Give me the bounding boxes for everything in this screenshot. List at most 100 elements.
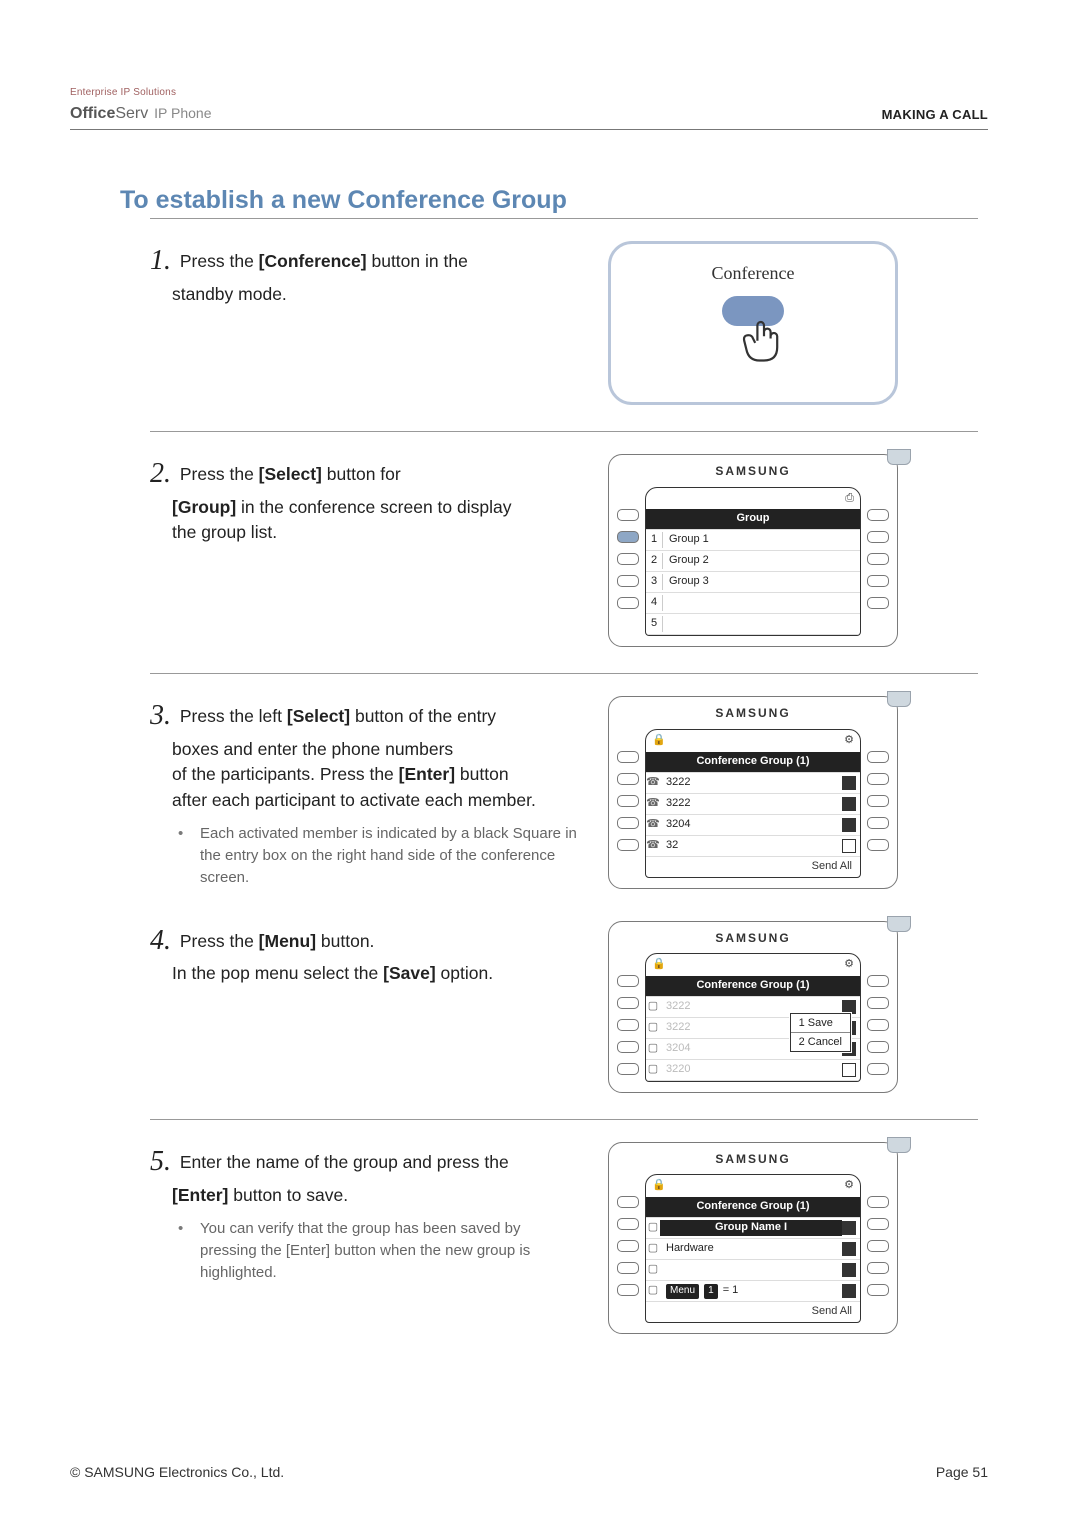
screenshot-group-list: SAMSUNG ⎙ Group 1Group 12Group 23Group 3… — [608, 454, 898, 647]
list-row-text: Group 2 — [663, 553, 860, 569]
phone-icon: ☎ — [646, 796, 660, 812]
softkey-active — [617, 531, 639, 543]
step-5-text: 5. Enter the name of the group and press… — [150, 1142, 580, 1283]
phone-brand: SAMSUNG — [617, 705, 889, 722]
bullet-dot-icon: • — [178, 1218, 200, 1283]
entry-row: ☎3222 — [646, 773, 860, 794]
send-all-label: Send All — [646, 1302, 860, 1322]
list-row: 2Group 2 — [646, 551, 860, 572]
phone-frame: SAMSUNG 🔒⚙ Conference Group (1) ▢Group N… — [608, 1142, 898, 1334]
phone-frame: SAMSUNG ⎙ Group 1Group 12Group 23Group 3… — [608, 454, 898, 647]
lock-icon: 🔒 — [652, 1178, 666, 1194]
phone-icon: ▢ — [646, 1041, 660, 1057]
screenshot-save-menu: SAMSUNG 🔒⚙ Conference Group (1) ▢3222▢32… — [608, 921, 898, 1093]
list-row: 5 — [646, 614, 860, 635]
step-3-note: • Each activated member is indicated by … — [178, 823, 580, 888]
softkey — [617, 553, 639, 565]
list-row: 4 — [646, 593, 860, 614]
status-square — [842, 1063, 856, 1077]
status-square — [842, 797, 856, 811]
brand: Enterprise IP Solutions OfficeServ IP Ph… — [70, 86, 212, 125]
list-row-text: Group 1 — [663, 532, 860, 548]
status-square — [842, 839, 856, 853]
softkey — [867, 597, 889, 609]
phone-icon: ▢ — [646, 999, 660, 1015]
step-4: 4. Press the [Menu] button. In the pop m… — [150, 915, 988, 1119]
gear-icon: ⚙ — [844, 733, 854, 749]
phone-brand: SAMSUNG — [617, 1151, 889, 1168]
entry-value: 3222 — [660, 796, 842, 812]
entry-value: 3204 — [660, 817, 842, 833]
left-softkeys — [617, 487, 639, 637]
phone-icon: ☎ — [646, 775, 660, 791]
lock-icon: 🔒 — [652, 957, 666, 973]
screen-title: Conference Group (1) — [646, 978, 860, 994]
entry-row: ▢3220 — [646, 1060, 860, 1081]
send-all-label: Send All — [646, 857, 860, 877]
header-section: MAKING A CALL — [882, 106, 988, 125]
step-2-text: 2. Press the [Select] button for [Group]… — [150, 454, 580, 545]
screen-title: Conference Group (1) — [646, 1199, 860, 1215]
phone-tab-icon — [887, 1137, 911, 1153]
group-name-row: Group Name I — [660, 1220, 842, 1236]
hardware-row: Hardware — [660, 1241, 842, 1257]
entry-value: 3220 — [660, 1062, 842, 1078]
step-3-text: 3. Press the left [Select] button of the… — [150, 696, 580, 888]
section-heading: To establish a new Conference Group — [120, 182, 988, 218]
softkey — [617, 597, 639, 609]
phone-tab-icon — [887, 691, 911, 707]
screenshot-enter-numbers: SAMSUNG 🔒⚙ Conference Group (1) ☎3222☎32… — [608, 696, 898, 888]
step-4-text: 4. Press the [Menu] button. In the pop m… — [150, 921, 580, 987]
phone-frame: SAMSUNG 🔒⚙ Conference Group (1) ▢3222▢32… — [608, 921, 898, 1093]
phone-icon: ▢ — [646, 1020, 660, 1036]
brand-small: Enterprise IP Solutions — [70, 86, 212, 101]
phone-tab-icon — [887, 449, 911, 465]
list-row: 1Group 1 — [646, 530, 860, 551]
softkey — [617, 509, 639, 521]
screen-title: Group — [646, 511, 860, 527]
screen-title: Conference Group (1) — [646, 754, 860, 770]
popup-item-cancel: 2 Cancel — [791, 1033, 850, 1051]
step-number: 5. — [150, 1146, 171, 1177]
page-footer: © SAMSUNG Electronics Co., Ltd. Page 51 — [70, 1462, 988, 1482]
status-square — [842, 776, 856, 790]
phone-screen: 🔒⚙ Conference Group (1) ☎3222☎3222☎3204☎… — [645, 729, 861, 878]
phone-frame: SAMSUNG 🔒⚙ Conference Group (1) ☎3222☎32… — [608, 696, 898, 888]
softkey — [867, 553, 889, 565]
conference-label: Conference — [712, 260, 795, 286]
phone-brand: SAMSUNG — [617, 930, 889, 947]
softkey — [867, 575, 889, 587]
step-2: 2. Press the [Select] button for [Group]… — [150, 432, 988, 673]
bullet-dot-icon: • — [178, 823, 200, 888]
entry-row: ☎3204 — [646, 815, 860, 836]
copyright: © SAMSUNG Electronics Co., Ltd. — [70, 1462, 284, 1482]
list-row: 3Group 3 — [646, 572, 860, 593]
lock-icon: 🔒 — [652, 733, 666, 749]
phone-brand: SAMSUNG — [617, 463, 889, 480]
phone-icon: ▢ — [646, 1062, 660, 1078]
hand-pointer-icon — [742, 316, 804, 380]
step-number: 2. — [150, 458, 171, 489]
phone-icon: ☎ — [646, 838, 660, 854]
right-softkeys — [867, 487, 889, 637]
status-square — [842, 818, 856, 832]
gear-icon: ⚙ — [844, 1178, 854, 1194]
gear-icon: ⚙ — [844, 957, 854, 973]
step-5-note: • You can verify that the group has been… — [178, 1218, 580, 1283]
screenshot-group-name: SAMSUNG 🔒⚙ Conference Group (1) ▢Group N… — [608, 1142, 898, 1334]
menu-chip: Menu — [666, 1284, 699, 1299]
phone-screen: 🔒⚙ Conference Group (1) ▢Group Name I ▢H… — [645, 1174, 861, 1323]
step-number: 3. — [150, 700, 171, 731]
phone-icon: ☎ — [646, 817, 660, 833]
entry-row: ☎3222 — [646, 794, 860, 815]
conference-button-illustration: Conference — [608, 241, 898, 405]
step-number: 1. — [150, 245, 171, 276]
softkey — [617, 575, 639, 587]
entry-value: 32 — [660, 838, 842, 854]
popup-menu: 1 Save 2 Cancel — [790, 1013, 851, 1052]
step-1: 1. Press the [Conference] button in the … — [150, 219, 988, 431]
list-row-text: Group 3 — [663, 574, 860, 590]
popup-item-save: 1 Save — [791, 1014, 850, 1033]
key-1-chip: 1 — [704, 1284, 718, 1299]
entry-row: ☎32 — [646, 836, 860, 857]
